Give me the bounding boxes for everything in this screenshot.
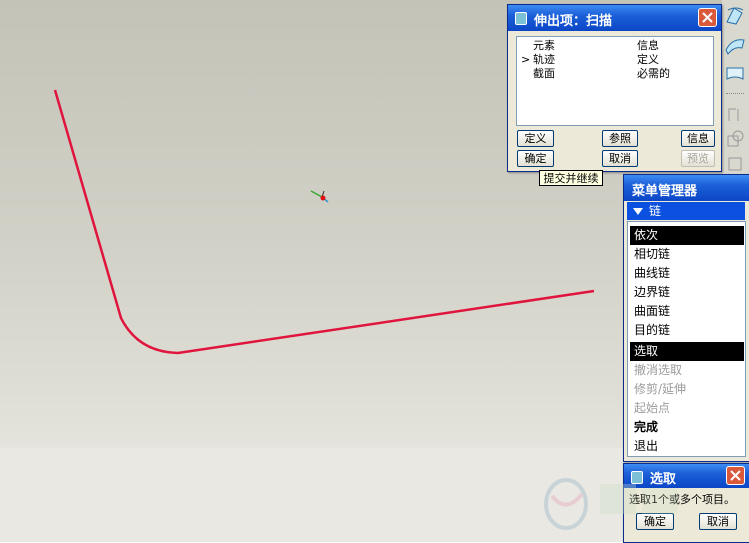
- watermark-logo: [544, 478, 678, 530]
- chain-menu: 依次 相切链 曲线链 边界链 曲面链 目的链 选取 撤消选取 修剪/延伸 起始点…: [627, 221, 746, 457]
- round-icon: [724, 128, 746, 150]
- sweep-feature-dialog: 伸出项：扫描 元素 信息 > 轨迹 定义 截面 必需的 定义 参照 信息 确定 …: [507, 4, 722, 172]
- menu-manager: 菜单管理器 链 依次 相切链 曲线链 边界链 曲面链 目的链 选取 撤消选取 修…: [623, 174, 749, 462]
- dialog-titlebar[interactable]: 伸出项：扫描: [508, 5, 721, 31]
- feature-toolbar: [722, 0, 749, 180]
- close-button[interactable]: [698, 8, 717, 27]
- surface-icon[interactable]: [724, 34, 746, 56]
- down-triangle-icon: [633, 208, 643, 215]
- current-marker: >: [521, 53, 531, 66]
- ok-tooltip: 提交并继续: [539, 170, 603, 186]
- menu-section-chain[interactable]: 链: [627, 202, 745, 220]
- element-name: 轨迹: [533, 53, 555, 66]
- menu-manager-titlebar[interactable]: 菜单管理器: [624, 175, 749, 201]
- shell-icon: [724, 152, 746, 174]
- menu-item-trim-extend: 修剪/延伸: [634, 382, 687, 396]
- element-list[interactable]: 元素 信息 > 轨迹 定义 截面 必需的: [516, 36, 714, 126]
- ok-button[interactable]: 确定: [517, 150, 554, 167]
- menu-item-start-point: 起始点: [634, 401, 671, 415]
- close-icon: [702, 12, 713, 23]
- menu-item-done[interactable]: 完成: [630, 418, 744, 437]
- datum-icon: [724, 103, 746, 125]
- menu-item-intent-chain[interactable]: 目的链: [630, 321, 744, 340]
- window-icon: [515, 12, 527, 25]
- menu-item-select[interactable]: 选取: [630, 342, 744, 361]
- boundary-icon[interactable]: [724, 62, 746, 84]
- element-info: 必需的: [637, 67, 670, 80]
- sweep-icon[interactable]: [724, 4, 746, 26]
- dialog-title: 伸出项：扫描: [534, 14, 613, 29]
- menu-item-sequence[interactable]: 依次: [630, 226, 744, 245]
- column-header-info: 信息: [637, 39, 659, 52]
- cancel-button[interactable]: 取消: [602, 150, 638, 167]
- element-info: 定义: [637, 53, 659, 66]
- toolbar-separator: [726, 93, 744, 94]
- menu-item-curve-chain[interactable]: 曲线链: [630, 264, 744, 283]
- element-name: 截面: [533, 67, 555, 80]
- menu-item-tangent-chain[interactable]: 相切链: [630, 245, 744, 264]
- preview-button[interactable]: 预览: [681, 150, 715, 167]
- menu-section-label: 链: [649, 204, 662, 218]
- list-item[interactable]: 截面 必需的: [517, 67, 707, 81]
- list-item[interactable]: > 轨迹 定义: [517, 53, 707, 67]
- info-button[interactable]: 信息: [681, 130, 715, 147]
- define-button[interactable]: 定义: [517, 130, 554, 147]
- menu-item-surface-chain[interactable]: 曲面链: [630, 302, 744, 321]
- list-header: 元素 信息: [517, 39, 707, 53]
- references-button[interactable]: 参照: [602, 130, 638, 147]
- menu-item-unselect: 撤消选取: [634, 363, 683, 377]
- menu-manager-title: 菜单管理器: [632, 184, 698, 199]
- csys-icon: [310, 190, 329, 203]
- menu-item-boundary-chain[interactable]: 边界链: [630, 283, 744, 302]
- column-header-element: 元素: [533, 39, 555, 52]
- menu-item-quit[interactable]: 退出: [630, 437, 744, 456]
